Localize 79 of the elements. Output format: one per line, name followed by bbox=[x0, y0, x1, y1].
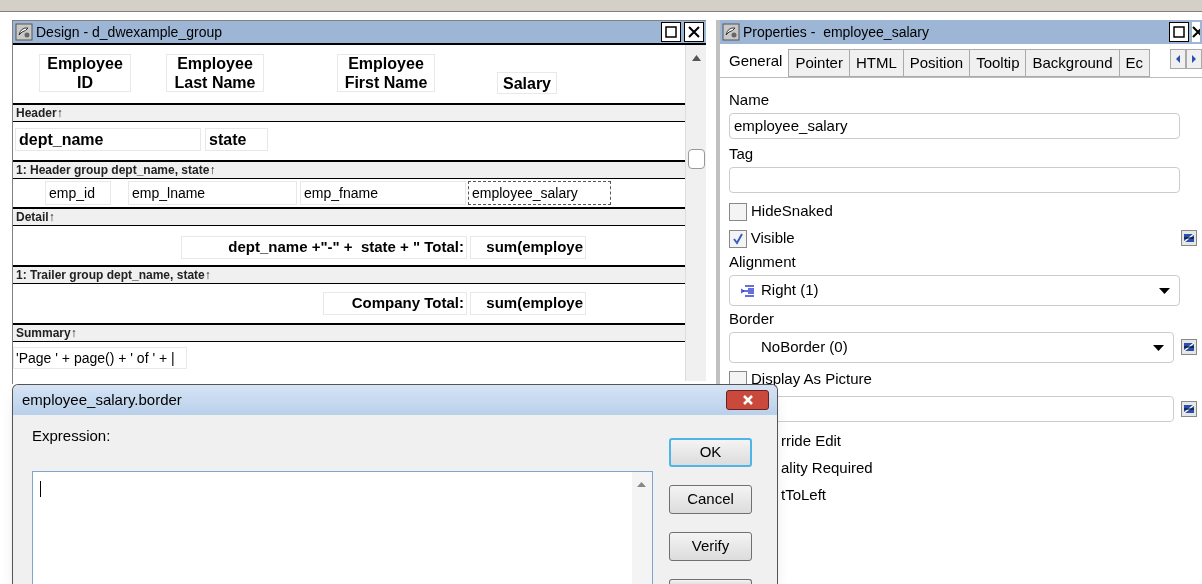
scroll-right-button[interactable] bbox=[1186, 49, 1202, 69]
expression-button[interactable] bbox=[1181, 339, 1198, 356]
text-field[interactable] bbox=[729, 167, 1180, 193]
align-right-icon bbox=[739, 283, 755, 298]
report-field[interactable]: emp_id bbox=[45, 181, 111, 205]
band-label: 1: Header group dept_name, state↑ bbox=[16, 162, 216, 179]
tab[interactable]: Position bbox=[902, 49, 971, 77]
close-button[interactable] bbox=[726, 390, 769, 410]
dialog-button[interactable]: Verify bbox=[669, 532, 752, 561]
field-label: Expression: bbox=[32, 426, 112, 446]
vertical-scrollbar[interactable] bbox=[685, 45, 706, 381]
band-label: Detail↑ bbox=[16, 209, 55, 226]
field-label: Name bbox=[729, 90, 770, 110]
dropdown[interactable]: Right (1) bbox=[729, 275, 1180, 306]
dialog-button[interactable]: Cancel bbox=[669, 485, 752, 514]
maximize-button[interactable] bbox=[1169, 22, 1189, 42]
band-label: 1: Trailer group dept_name, state↑ bbox=[16, 267, 211, 284]
tab[interactable]: Pointer bbox=[788, 49, 850, 77]
report-field[interactable]: sum(employe bbox=[470, 292, 586, 315]
close-icon bbox=[740, 395, 755, 405]
field-label: Border bbox=[729, 309, 776, 329]
window-title: Design - d_dwexample_group bbox=[36, 22, 223, 42]
report-field[interactable]: dept_name bbox=[15, 128, 201, 151]
expression-field[interactable] bbox=[32, 471, 653, 584]
checkbox-label: rride Edit bbox=[780, 431, 843, 451]
dialog-title: employee_salary.border bbox=[22, 389, 183, 410]
band-bar[interactable]: Detail↑ bbox=[13, 207, 685, 226]
report-field[interactable]: emp_fname bbox=[300, 181, 466, 205]
report-field[interactable]: Employee ID bbox=[39, 54, 131, 92]
scroll-left-button[interactable] bbox=[1170, 49, 1186, 69]
tab[interactable]: Ec bbox=[1118, 49, 1151, 77]
checkbox-label: Visible bbox=[750, 228, 796, 249]
right-arrow-icon bbox=[1190, 53, 1198, 65]
checkbox[interactable] bbox=[729, 202, 747, 221]
report-field[interactable]: dept_name +"-" + state + " Total: bbox=[181, 236, 467, 259]
dialog-button[interactable]: OK bbox=[669, 438, 752, 467]
scrollbar-thumb[interactable] bbox=[688, 149, 705, 169]
left-arrow-icon bbox=[1174, 53, 1182, 65]
band-bar[interactable]: 1: Trailer group dept_name, state↑ bbox=[13, 265, 685, 284]
scroll-up-icon[interactable] bbox=[637, 482, 646, 487]
tab[interactable]: Tooltip bbox=[969, 49, 1027, 77]
close-button[interactable] bbox=[684, 22, 704, 42]
checkbox-label: ality Required bbox=[780, 458, 874, 478]
scroll-up-icon[interactable] bbox=[692, 55, 701, 61]
report-field[interactable]: Employee First Name bbox=[337, 54, 435, 92]
tab[interactable]: Background bbox=[1025, 49, 1120, 77]
dropdown-value: NoBorder (0) bbox=[761, 337, 849, 358]
band-bar[interactable]: Header↑ bbox=[13, 103, 685, 122]
close-button[interactable] bbox=[1192, 22, 1200, 42]
caret-icon bbox=[1159, 287, 1170, 294]
report-field[interactable]: sum(employe bbox=[470, 236, 586, 259]
report-field[interactable]: employee_salary bbox=[468, 181, 611, 205]
band-bar[interactable]: Summary↑ bbox=[13, 323, 685, 342]
expression-button[interactable] bbox=[1181, 400, 1198, 418]
band-label: Header↑ bbox=[16, 105, 63, 122]
maximize-button[interactable] bbox=[661, 22, 681, 42]
text-field[interactable]: employee_salary bbox=[729, 113, 1180, 139]
tab[interactable]: HTML bbox=[848, 49, 904, 77]
caret-icon bbox=[1153, 344, 1165, 351]
band-label: Summary↑ bbox=[16, 325, 77, 342]
report-field[interactable]: Company Total: bbox=[323, 292, 467, 315]
window-icon bbox=[15, 23, 33, 41]
window-title: Properties - employee_salary bbox=[743, 22, 930, 42]
dropdown-value: Right (1) bbox=[761, 280, 820, 301]
report-field[interactable]: Salary bbox=[497, 72, 557, 94]
checkbox-label: HideSnaked bbox=[751, 201, 834, 222]
dropdown[interactable]: NoBorder (0) bbox=[729, 332, 1175, 363]
report-field[interactable]: 'Page ' + page() + ' of ' + | bbox=[13, 347, 187, 369]
field-label: Alignment bbox=[729, 252, 797, 272]
band-bar[interactable]: 1: Header group dept_name, state↑ bbox=[13, 160, 685, 179]
report-field[interactable]: state bbox=[205, 128, 268, 151]
field-label: Tag bbox=[729, 144, 755, 164]
checkbox-label: Display As Picture bbox=[751, 369, 873, 390]
window-icon bbox=[722, 23, 740, 41]
expression-button[interactable] bbox=[1181, 230, 1198, 247]
dialog-button[interactable] bbox=[669, 579, 752, 584]
checkbox[interactable] bbox=[729, 229, 747, 248]
report-field[interactable]: Employee Last Name bbox=[166, 54, 264, 92]
report-field[interactable]: emp_lname bbox=[128, 181, 297, 205]
